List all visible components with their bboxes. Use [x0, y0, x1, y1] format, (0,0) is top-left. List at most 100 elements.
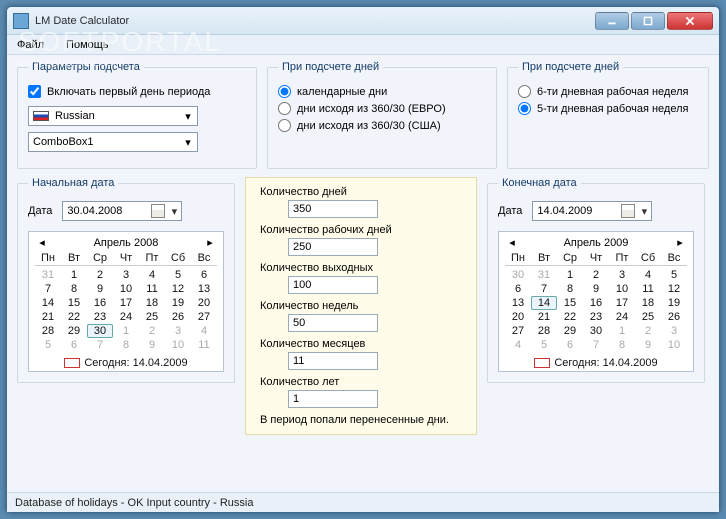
calendar-day[interactable]: 20	[191, 296, 217, 310]
years-input[interactable]	[288, 390, 378, 408]
next-month-button[interactable]: ▸	[673, 236, 687, 249]
calendar-day[interactable]: 27	[505, 324, 531, 338]
calendar-day[interactable]: 24	[609, 310, 635, 324]
calendar-day[interactable]: 9	[583, 282, 609, 296]
start-calendar-grid[interactable]: ПнВтСрЧтПтСбВс31123456789101112131415161…	[35, 252, 217, 352]
workdays-input[interactable]	[288, 238, 378, 256]
calendar-day[interactable]: 28	[531, 324, 557, 338]
months-input[interactable]	[288, 352, 378, 370]
calendar-day[interactable]: 11	[635, 282, 661, 296]
calendar-day[interactable]: 14	[35, 296, 61, 310]
calendar-day[interactable]: 4	[139, 268, 165, 282]
calendar-day[interactable]: 1	[557, 268, 583, 282]
calendar-day[interactable]: 10	[165, 338, 191, 352]
calendar-day[interactable]: 17	[609, 296, 635, 310]
calendar-day[interactable]: 18	[139, 296, 165, 310]
calendar-day[interactable]: 26	[661, 310, 687, 324]
radio-calendar-days[interactable]: календарные дни	[278, 85, 486, 98]
calendar-day[interactable]: 29	[557, 324, 583, 338]
calendar-day[interactable]: 24	[113, 310, 139, 324]
next-month-button[interactable]: ▸	[203, 236, 217, 249]
maximize-button[interactable]	[631, 12, 665, 30]
calendar-day[interactable]: 29	[61, 324, 87, 338]
calendar-day[interactable]: 17	[113, 296, 139, 310]
include-first-day-input[interactable]	[28, 85, 41, 98]
minimize-button[interactable]	[595, 12, 629, 30]
start-date-input[interactable]: 30.04.2008 ▾	[62, 201, 182, 221]
calendar-day[interactable]: 2	[635, 324, 661, 338]
days-input[interactable]	[288, 200, 378, 218]
calendar-day[interactable]: 25	[635, 310, 661, 324]
radio-360-usa[interactable]: дни исходя из 360/30 (США)	[278, 119, 486, 132]
calendar-day[interactable]: 2	[583, 268, 609, 282]
calendar-day[interactable]: 8	[61, 282, 87, 296]
calendar-day[interactable]: 10	[661, 338, 687, 352]
calendar-day[interactable]: 12	[165, 282, 191, 296]
calendar-day[interactable]: 14	[531, 296, 557, 310]
close-button[interactable]	[667, 12, 713, 30]
calendar-day[interactable]: 25	[139, 310, 165, 324]
calendar-day[interactable]: 1	[609, 324, 635, 338]
calendar-day[interactable]: 19	[165, 296, 191, 310]
calendar-day[interactable]: 3	[113, 268, 139, 282]
calendar-day[interactable]: 15	[61, 296, 87, 310]
prev-month-button[interactable]: ◂	[35, 236, 49, 249]
start-today-link[interactable]: Сегодня: 14.04.2009	[35, 355, 217, 369]
calendar-day[interactable]: 30	[87, 324, 113, 338]
calendar-day[interactable]: 1	[113, 324, 139, 338]
calendar-day[interactable]: 8	[557, 282, 583, 296]
calendar-day[interactable]: 10	[113, 282, 139, 296]
calendar-day[interactable]: 9	[635, 338, 661, 352]
end-calendar-grid[interactable]: ПнВтСрЧтПтСбВс30311234567891011121314151…	[505, 252, 687, 352]
calendar-day[interactable]: 4	[635, 268, 661, 282]
calendar-day[interactable]: 3	[165, 324, 191, 338]
calendar-day[interactable]: 5	[661, 268, 687, 282]
menu-help[interactable]: Помощь	[60, 37, 115, 53]
calendar-day[interactable]: 22	[557, 310, 583, 324]
calendar-day[interactable]: 5	[165, 268, 191, 282]
calendar-day[interactable]: 11	[191, 338, 217, 352]
calendar-day[interactable]: 7	[583, 338, 609, 352]
end-today-link[interactable]: Сегодня: 14.04.2009	[505, 355, 687, 369]
calendar-day[interactable]: 6	[191, 268, 217, 282]
menu-file[interactable]: Файл	[11, 37, 50, 53]
weeks-input[interactable]	[288, 314, 378, 332]
calendar-day[interactable]: 2	[139, 324, 165, 338]
calendar-day[interactable]: 16	[87, 296, 113, 310]
calendar-day[interactable]: 10	[609, 282, 635, 296]
calendar-day[interactable]: 7	[87, 338, 113, 352]
calendar-day[interactable]: 30	[583, 324, 609, 338]
calendar-day[interactable]: 5	[531, 338, 557, 352]
calendar-day[interactable]: 7	[35, 282, 61, 296]
titlebar[interactable]: LM Date Calculator	[7, 7, 719, 35]
calendar-day[interactable]: 9	[87, 282, 113, 296]
calendar-day[interactable]: 23	[87, 310, 113, 324]
calendar-day[interactable]: 6	[557, 338, 583, 352]
calendar-day[interactable]: 13	[191, 282, 217, 296]
calendar-day[interactable]: 21	[531, 310, 557, 324]
calendar-day[interactable]: 21	[35, 310, 61, 324]
calendar-day[interactable]: 26	[165, 310, 191, 324]
radio-5day[interactable]: 5-ти дневная рабочая неделя	[518, 102, 698, 115]
radio-360-euro[interactable]: дни исходя из 360/30 (ЕВРО)	[278, 102, 486, 115]
calendar-day[interactable]: 6	[505, 282, 531, 296]
calendar-day[interactable]: 16	[583, 296, 609, 310]
calendar-day[interactable]: 3	[661, 324, 687, 338]
combo2[interactable]: ComboBox1 ▾	[28, 132, 198, 152]
calendar-day[interactable]: 15	[557, 296, 583, 310]
calendar-day[interactable]: 9	[139, 338, 165, 352]
calendar-day[interactable]: 4	[191, 324, 217, 338]
radio-6day[interactable]: 6-ти дневная рабочая неделя	[518, 85, 698, 98]
end-date-input[interactable]: 14.04.2009 ▾	[532, 201, 652, 221]
calendar-day[interactable]: 30	[505, 268, 531, 282]
calendar-day[interactable]: 27	[191, 310, 217, 324]
calendar-day[interactable]: 8	[609, 338, 635, 352]
language-combo[interactable]: Russian ▾	[28, 106, 198, 126]
calendar-day[interactable]: 31	[531, 268, 557, 282]
include-first-day-check[interactable]: Включать первый день периода	[28, 85, 246, 98]
prev-month-button[interactable]: ◂	[505, 236, 519, 249]
calendar-day[interactable]: 23	[583, 310, 609, 324]
calendar-day[interactable]: 1	[61, 268, 87, 282]
calendar-day[interactable]: 18	[635, 296, 661, 310]
calendar-day[interactable]: 28	[35, 324, 61, 338]
